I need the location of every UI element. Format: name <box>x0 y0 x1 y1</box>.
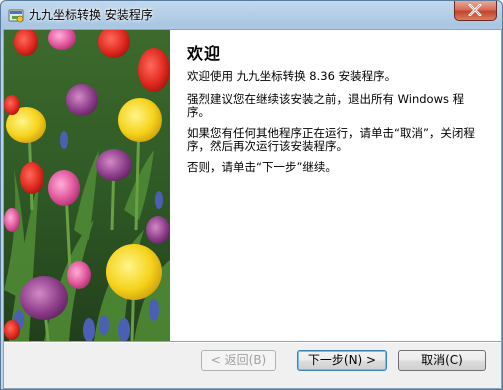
welcome-paragraph: 欢迎使用 九九坐标转换 8.36 安装程序。 <box>187 69 397 83</box>
installer-window: 九九坐标转换 安装程序 欢迎 欢迎使用 九九坐标转换 8.36 安装程序。 强烈… <box>0 0 503 390</box>
cancel-button[interactable]: 取消(C) <box>398 350 486 371</box>
welcome-content: 欢迎 欢迎使用 九九坐标转换 8.36 安装程序。 强烈建议您在继续该安装之前，… <box>187 40 487 182</box>
welcome-panel: 欢迎 欢迎使用 九九坐标转换 8.36 安装程序。 强烈建议您在继续该安装之前，… <box>4 30 501 341</box>
dialog-client-area: 欢迎 欢迎使用 九九坐标转换 8.36 安装程序。 强烈建议您在继续该安装之前，… <box>3 29 502 389</box>
welcome-heading: 欢迎 <box>187 44 222 63</box>
continue-hint-paragraph: 否则，请单击“下一步”继续。 <box>187 160 337 174</box>
close-programs-paragraph: 强烈建议您在继续该安装之前，退出所有 Windows 程序。 <box>187 92 465 119</box>
close-button[interactable] <box>454 1 497 21</box>
cancel-hint-paragraph: 如果您有任何其他程序正在运行，请单击“取消”，关闭程序，然后再次运行该安装程序。 <box>187 126 475 153</box>
tulip-banner-image <box>4 30 170 341</box>
close-icon <box>468 4 482 16</box>
next-button[interactable]: 下一步(N) > <box>297 350 387 371</box>
window-title: 九九坐标转换 安装程序 <box>29 8 153 22</box>
button-bar-divider <box>4 341 501 343</box>
back-button[interactable]: < 返回(B) <box>201 350 276 371</box>
installer-icon <box>8 7 24 23</box>
title-bar[interactable]: 九九坐标转换 安装程序 <box>1 1 502 29</box>
